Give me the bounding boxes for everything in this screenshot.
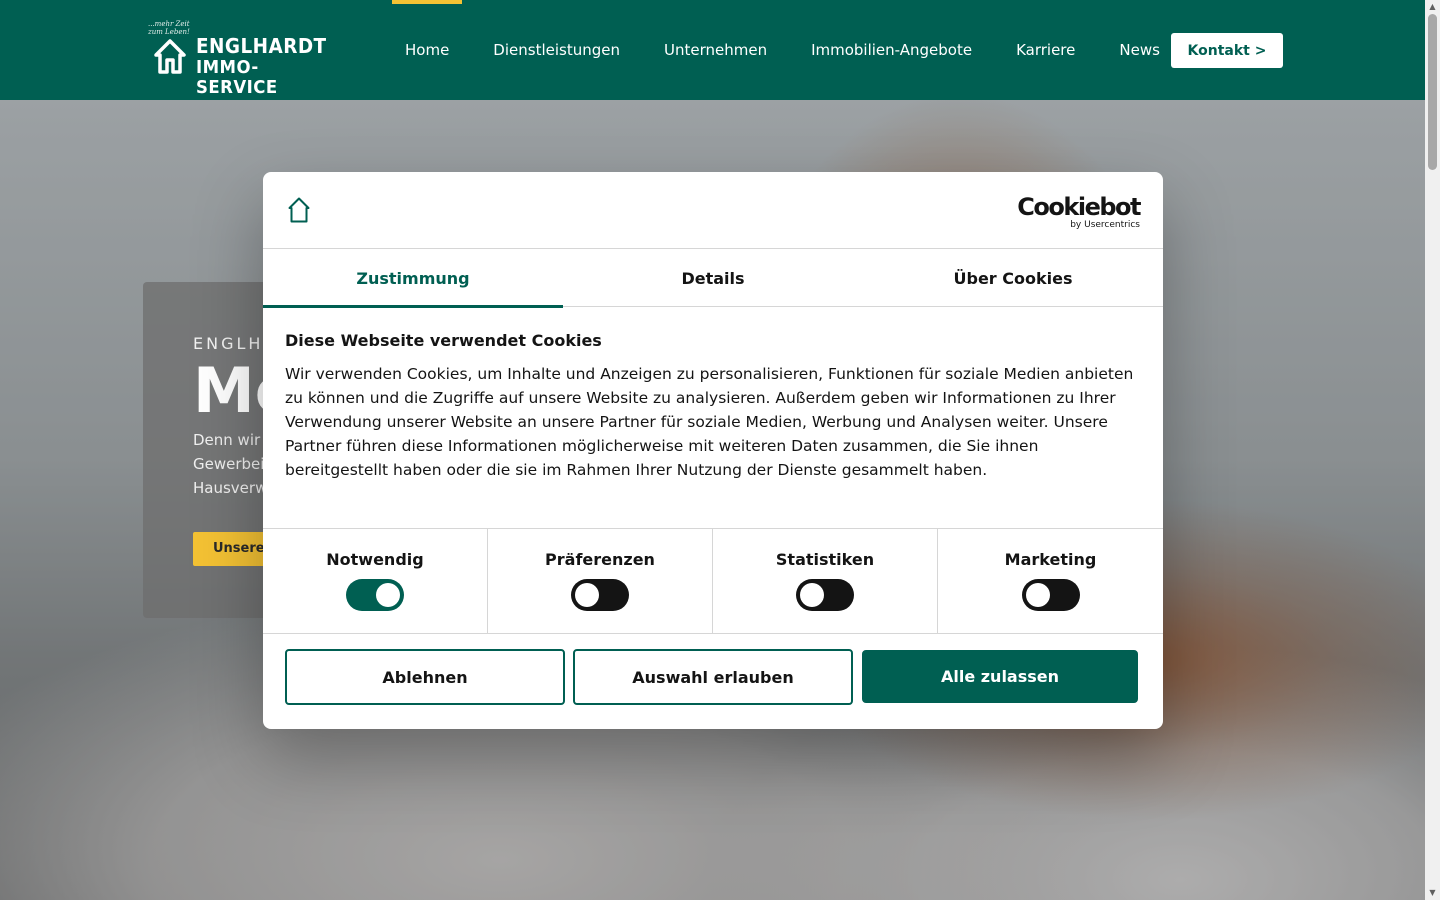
- main-navigation: Home Dienstleistungen Unternehmen Immobi…: [383, 0, 1182, 100]
- dialog-tabs: Zustimmung Details Über Cookies: [263, 249, 1163, 308]
- site-logo[interactable]: ...mehr Zeit zum Leben! ENGLHARDT IMMO-S…: [148, 20, 328, 98]
- nav-item-dienstleistungen[interactable]: Dienstleistungen: [471, 0, 642, 100]
- toggle-group-marketing: Marketing: [938, 529, 1163, 633]
- dialog-buttons: Ablehnen Auswahl erlauben Alle zulassen: [285, 649, 1140, 705]
- dialog-header: Cookiebot by Usercentrics: [263, 172, 1163, 249]
- scroll-up-arrow-icon[interactable]: ▲: [1425, 0, 1440, 14]
- contact-button[interactable]: Kontakt >: [1171, 33, 1283, 68]
- dialog-body: Diese Webseite verwendet Cookies Wir ver…: [285, 331, 1135, 482]
- scrollbar-thumb[interactable]: [1428, 14, 1437, 170]
- logo-name-line1: ENGLHARDT: [196, 34, 327, 58]
- nav-item-news[interactable]: News: [1097, 0, 1182, 100]
- scroll-down-arrow-icon[interactable]: ▼: [1425, 886, 1440, 900]
- site-header: ...mehr Zeit zum Leben! ENGLHARDT IMMO-S…: [0, 0, 1425, 100]
- toggle-knob: [800, 583, 824, 607]
- nav-item-home[interactable]: Home: [383, 0, 471, 100]
- tab-details[interactable]: Details: [563, 249, 863, 307]
- tab-zustimmung[interactable]: Zustimmung: [263, 249, 563, 308]
- logo-tagline-line1: ...mehr Zeit: [148, 20, 190, 28]
- toggle-label-notwendig: Notwendig: [326, 550, 424, 569]
- logo-tagline: ...mehr Zeit zum Leben!: [148, 20, 190, 36]
- tab-ueber-cookies[interactable]: Über Cookies: [863, 249, 1163, 307]
- toggle-knob: [1025, 583, 1050, 607]
- logo-name-line2: IMMO-SERVICE: [196, 57, 278, 98]
- nav-item-karriere[interactable]: Karriere: [994, 0, 1097, 100]
- toggle-group-statistiken: Statistiken: [713, 529, 938, 633]
- cookiebot-logo[interactable]: Cookiebot by Usercentrics: [1017, 193, 1141, 230]
- cookie-consent-dialog: Cookiebot by Usercentrics Zustimmung Det…: [263, 172, 1163, 729]
- cookiebot-logo-sub: by Usercentrics: [1070, 220, 1140, 230]
- allow-all-button[interactable]: Alle zulassen: [862, 650, 1138, 703]
- dialog-title: Diese Webseite verwendet Cookies: [285, 331, 602, 350]
- dialog-description: Wir verwenden Cookies, um Inhalte und An…: [285, 365, 1134, 479]
- toggle-marketing[interactable]: [1021, 579, 1080, 611]
- house-outline-icon: [288, 197, 310, 223]
- nav-item-unternehmen[interactable]: Unternehmen: [642, 0, 789, 100]
- page-scrollbar[interactable]: ▲ ▼: [1425, 0, 1440, 900]
- toggle-statistiken[interactable]: [796, 579, 854, 611]
- toggle-label-marketing: Marketing: [1004, 550, 1097, 569]
- consent-category-toggles: Notwendig Präferenzen Statistiken Market…: [263, 528, 1163, 634]
- toggle-notwendig[interactable]: [346, 579, 404, 611]
- toggle-knob: [575, 583, 599, 607]
- house-logo-icon: [154, 39, 186, 74]
- toggle-praeferenzen[interactable]: [571, 579, 629, 611]
- toggle-label-statistiken: Statistiken: [775, 550, 875, 569]
- decline-button[interactable]: Ablehnen: [285, 649, 565, 705]
- logo-tagline-line2: zum Leben!: [148, 28, 190, 36]
- toggle-group-notwendig: Notwendig: [263, 529, 488, 633]
- allow-selection-button[interactable]: Auswahl erlauben: [573, 649, 853, 705]
- nav-item-immobilien-angebote[interactable]: Immobilien-Angebote: [789, 0, 994, 100]
- cookiebot-logo-main: Cookiebot: [1017, 193, 1141, 221]
- hero-eyebrow: ENGLH: [193, 334, 264, 353]
- toggle-group-praeferenzen: Präferenzen: [488, 529, 713, 633]
- toggle-knob: [376, 583, 400, 607]
- toggle-label-praeferenzen: Präferenzen: [545, 550, 655, 569]
